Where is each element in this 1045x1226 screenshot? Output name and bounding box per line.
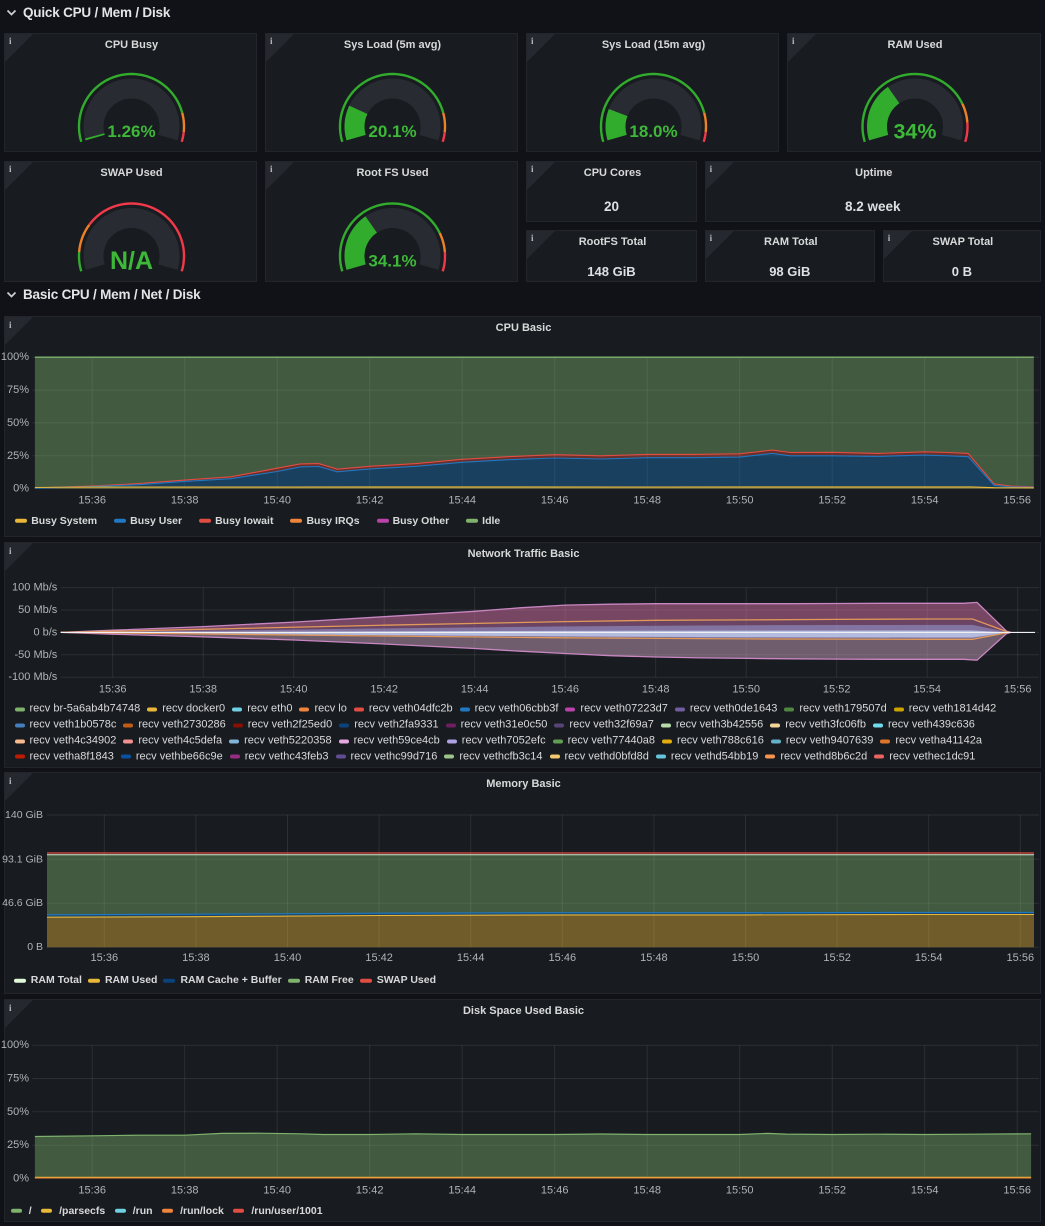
svg-text:15:52: 15:52 xyxy=(818,1184,846,1196)
svg-text:15:52: 15:52 xyxy=(823,684,851,696)
svg-text:15:42: 15:42 xyxy=(356,495,384,507)
svg-text:15:52: 15:52 xyxy=(818,495,846,507)
svg-text:15:54: 15:54 xyxy=(911,495,939,507)
svg-text:15:46: 15:46 xyxy=(551,684,579,696)
svg-text:N/A: N/A xyxy=(110,247,153,275)
svg-text:15:50: 15:50 xyxy=(732,952,760,964)
svg-text:15:46: 15:46 xyxy=(541,495,569,507)
svg-text:15:38: 15:38 xyxy=(171,1184,199,1196)
svg-text:15:56: 15:56 xyxy=(1007,952,1035,964)
svg-text:15:42: 15:42 xyxy=(365,952,393,964)
svg-text:0 b/s: 0 b/s xyxy=(33,626,57,638)
svg-text:93.1 GiB: 93.1 GiB xyxy=(2,853,43,865)
svg-text:140 GiB: 140 GiB xyxy=(5,809,43,821)
svg-text:0%: 0% xyxy=(13,483,29,495)
svg-text:15:50: 15:50 xyxy=(726,495,754,507)
svg-text:15:38: 15:38 xyxy=(182,952,210,964)
svg-text:15:40: 15:40 xyxy=(263,495,291,507)
svg-text:15:48: 15:48 xyxy=(640,952,668,964)
svg-text:15:36: 15:36 xyxy=(99,684,127,696)
svg-text:50%: 50% xyxy=(7,417,29,429)
svg-text:15:56: 15:56 xyxy=(1003,1184,1031,1196)
svg-text:15:38: 15:38 xyxy=(171,495,199,507)
svg-text:15:36: 15:36 xyxy=(91,952,119,964)
svg-text:0 B: 0 B xyxy=(27,941,43,953)
svg-text:1.26%: 1.26% xyxy=(107,122,155,141)
svg-text:15:44: 15:44 xyxy=(448,495,476,507)
svg-text:15:48: 15:48 xyxy=(633,495,661,507)
svg-text:15:40: 15:40 xyxy=(280,684,308,696)
svg-text:34.1%: 34.1% xyxy=(368,252,416,271)
svg-text:-100 Mb/s: -100 Mb/s xyxy=(8,671,57,683)
svg-text:15:54: 15:54 xyxy=(911,1184,939,1196)
svg-text:15:48: 15:48 xyxy=(642,684,670,696)
svg-text:15:54: 15:54 xyxy=(915,952,943,964)
svg-text:15:46: 15:46 xyxy=(549,952,577,964)
svg-text:18.0%: 18.0% xyxy=(629,122,677,141)
svg-text:15:40: 15:40 xyxy=(263,1184,291,1196)
svg-text:15:46: 15:46 xyxy=(541,1184,569,1196)
svg-text:15:48: 15:48 xyxy=(633,1184,661,1196)
svg-text:15:42: 15:42 xyxy=(370,684,398,696)
svg-text:15:54: 15:54 xyxy=(913,684,941,696)
svg-text:15:38: 15:38 xyxy=(189,684,217,696)
svg-text:50%: 50% xyxy=(7,1105,29,1117)
svg-text:15:50: 15:50 xyxy=(732,684,760,696)
svg-text:15:40: 15:40 xyxy=(274,952,302,964)
svg-text:15:52: 15:52 xyxy=(823,952,851,964)
svg-text:15:56: 15:56 xyxy=(1003,495,1031,507)
svg-text:75%: 75% xyxy=(7,1072,29,1084)
svg-text:20.1%: 20.1% xyxy=(368,122,416,141)
svg-text:46.6 GiB: 46.6 GiB xyxy=(2,897,43,909)
svg-text:15:36: 15:36 xyxy=(78,495,106,507)
svg-text:34%: 34% xyxy=(893,120,936,144)
svg-text:15:42: 15:42 xyxy=(356,1184,384,1196)
svg-text:100%: 100% xyxy=(1,1039,29,1051)
svg-text:50 Mb/s: 50 Mb/s xyxy=(18,604,58,616)
svg-text:-50 Mb/s: -50 Mb/s xyxy=(15,649,58,661)
svg-text:100%: 100% xyxy=(1,351,29,363)
svg-text:15:44: 15:44 xyxy=(461,684,489,696)
svg-text:75%: 75% xyxy=(7,384,29,396)
svg-text:25%: 25% xyxy=(7,450,29,462)
svg-text:0%: 0% xyxy=(13,1172,29,1184)
svg-text:15:56: 15:56 xyxy=(1004,684,1032,696)
svg-text:15:44: 15:44 xyxy=(457,952,485,964)
svg-text:15:36: 15:36 xyxy=(78,1184,106,1196)
svg-text:15:44: 15:44 xyxy=(448,1184,476,1196)
svg-text:25%: 25% xyxy=(7,1139,29,1151)
svg-text:100 Mb/s: 100 Mb/s xyxy=(12,582,58,594)
svg-text:15:50: 15:50 xyxy=(726,1184,754,1196)
